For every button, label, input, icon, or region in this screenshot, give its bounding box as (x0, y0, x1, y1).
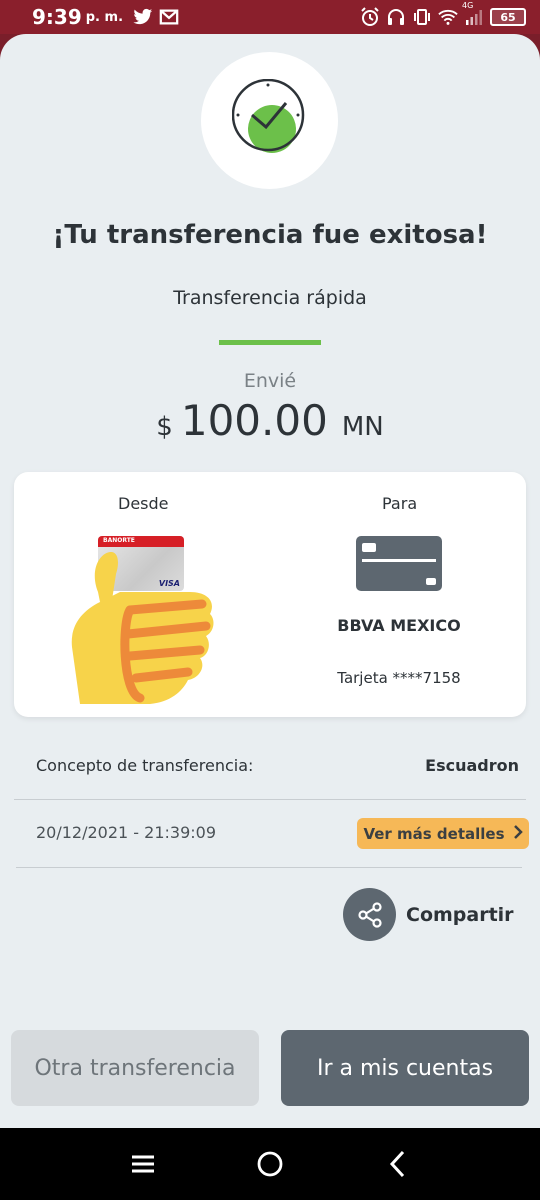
menu-icon[interactable] (123, 1144, 163, 1184)
credit-card-icon (356, 536, 442, 591)
transfer-type: Transferencia rápida (173, 287, 367, 309)
divider (16, 867, 522, 868)
share-icon (343, 888, 396, 941)
thumbs-up-icon (70, 551, 216, 722)
wifi-icon (438, 7, 458, 27)
other-transfer-button[interactable]: Otra transferencia (11, 1030, 259, 1106)
success-title: ¡Tu transferencia fue exitosa! (52, 220, 488, 250)
clock-check-icon (231, 78, 308, 163)
concept-label: Concepto de transferencia: (36, 756, 254, 775)
divider (14, 799, 526, 800)
network-type: 4G (462, 1, 474, 10)
gmail-icon (159, 7, 179, 27)
back-icon[interactable] (377, 1144, 417, 1184)
home-icon[interactable] (250, 1144, 290, 1184)
destination-account: Tarjeta ****7158 (337, 669, 461, 687)
success-badge (201, 52, 338, 189)
battery-indicator: 65 (490, 8, 526, 26)
concept-value: Escuadron (425, 756, 519, 775)
twitter-icon (133, 7, 153, 27)
amount-currency-unit: MN (341, 412, 384, 442)
sent-label: Envié (243, 370, 297, 392)
status-ampm: p. m. (85, 9, 124, 25)
accent-divider (219, 340, 321, 345)
amount: $ 100.00 MN (0, 396, 540, 445)
my-accounts-button[interactable]: Ir a mis cuentas (281, 1030, 529, 1106)
signal-icon: 4G (462, 1, 484, 27)
headphones-icon (386, 7, 406, 27)
receipt-sheet: ¡Tu transferencia fue exitosa! Transfere… (0, 34, 540, 1128)
system-nav-bar (0, 1128, 540, 1200)
amount-currency-symbol: $ (156, 412, 173, 442)
alarm-icon (360, 7, 380, 27)
transfer-datetime: 20/12/2021 - 21:39:09 (36, 823, 217, 842)
status-time: 9:39 (32, 5, 82, 29)
more-details-button[interactable]: Ver más detalles (357, 818, 529, 849)
transfer-card: Desde Para BANORTE VISA BBVA MEXICO Tarj… (14, 472, 526, 717)
to-label: Para (382, 494, 418, 513)
source-card-brand: BANORTE (103, 537, 135, 544)
destination-bank: BBVA MEXICO (337, 616, 461, 635)
share-label: Compartir (406, 903, 514, 926)
chevron-right-icon (513, 824, 523, 844)
more-details-label: Ver más detalles (363, 824, 505, 843)
status-bar: 9:39 p. m. 4G 65 (0, 0, 540, 34)
from-label: Desde (118, 494, 169, 513)
amount-value: 100.00 (180, 396, 328, 445)
vibrate-icon (412, 7, 432, 27)
share-button[interactable]: Compartir (343, 888, 514, 941)
